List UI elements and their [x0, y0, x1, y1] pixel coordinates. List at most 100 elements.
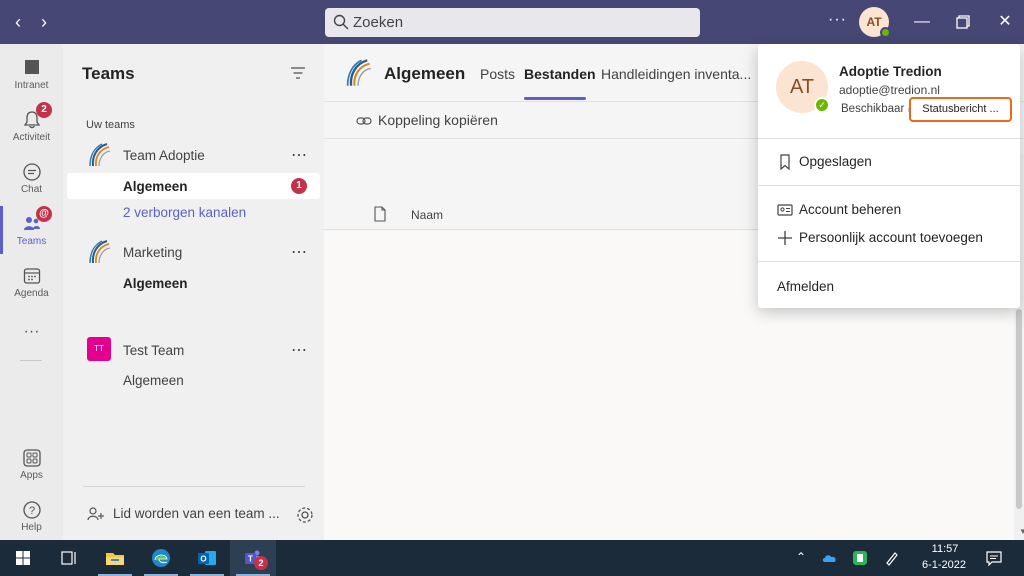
notification-icon[interactable] — [986, 550, 1002, 566]
clock-time[interactable]: 11:57 — [922, 543, 968, 555]
more-options-icon[interactable]: ··· — [828, 11, 847, 29]
app-rail: Intranet 2 Activiteit Chat @ Teams Agend… — [0, 44, 63, 540]
chat-icon — [23, 163, 41, 181]
section-label: Uw teams — [86, 119, 135, 131]
rail-label: Intranet — [14, 80, 49, 91]
back-arrow-icon[interactable]: ‹ — [8, 12, 28, 32]
manage-account-menu-item[interactable]: Account beheren — [777, 202, 901, 218]
calendar-icon — [23, 268, 41, 284]
profile-email: adoptie@tredion.nl — [839, 83, 940, 97]
filter-icon[interactable] — [290, 66, 306, 80]
copy-link-button[interactable]: Koppeling kopiëren — [356, 112, 498, 128]
search-icon — [333, 14, 349, 30]
apps-icon — [23, 449, 41, 467]
team-logo-icon — [89, 143, 111, 167]
team-more-icon[interactable]: ⋯ — [291, 145, 307, 165]
id-card-icon — [777, 204, 793, 217]
outlook-icon: O — [198, 551, 216, 565]
status-available-icon: ✓ — [814, 97, 830, 113]
team-item-test-team[interactable]: TT Test Team ⋯ — [63, 337, 324, 367]
rail-item-activiteit[interactable]: 2 Activiteit — [0, 102, 63, 152]
start-button[interactable] — [0, 540, 46, 576]
team-logo-icon — [346, 59, 371, 86]
intranet-icon — [25, 60, 39, 74]
saved-menu-item[interactable]: Opgeslagen — [777, 154, 872, 171]
teams-taskbar-button[interactable]: T 2 — [230, 540, 276, 576]
rail-item-chat[interactable]: Chat — [0, 154, 63, 204]
minimize-icon[interactable]: — — [912, 12, 932, 32]
link-icon — [356, 117, 372, 125]
menu-divider — [758, 261, 1020, 262]
task-view-button[interactable] — [46, 540, 92, 576]
file-explorer-button[interactable] — [92, 540, 138, 576]
scrollbar-thumb[interactable] — [1016, 309, 1022, 509]
tab-bestanden[interactable]: Bestanden — [524, 66, 596, 82]
team-more-icon[interactable]: ⋯ — [291, 340, 307, 360]
rail-item-help[interactable]: ? Help — [0, 492, 63, 542]
channel-algemeen[interactable]: Algemeen — [123, 276, 188, 291]
presence-status-label: Beschikbaar — [841, 103, 905, 115]
team-item-marketing[interactable]: Marketing ⋯ — [63, 239, 324, 269]
status-message-button[interactable]: Statusbericht ... — [909, 97, 1012, 122]
rail-item-teams[interactable]: @ Teams — [0, 206, 63, 256]
activity-badge: 2 — [36, 102, 52, 118]
avatar-initials: AT — [866, 15, 882, 29]
onedrive-icon[interactable] — [822, 550, 838, 566]
team-item-team-adoptie[interactable]: Team Adoptie ⋯ — [63, 142, 324, 172]
rail-item-intranet[interactable]: Intranet — [0, 50, 63, 100]
channel-algemeen[interactable]: Algemeen — [123, 179, 188, 194]
channel-unread-badge: 1 — [291, 178, 307, 194]
team-name: Team Adoptie — [123, 148, 205, 163]
file-type-icon — [374, 206, 386, 222]
rail-more-button[interactable]: ··· — [0, 322, 63, 346]
forward-arrow-icon[interactable]: › — [34, 12, 54, 32]
tab-handleidingen[interactable]: Handleidingen inventa... — [601, 66, 751, 82]
search-input[interactable]: Zoeken — [325, 8, 700, 37]
help-icon: ? — [23, 501, 41, 519]
pen-icon[interactable] — [884, 550, 900, 566]
team-name: Test Team — [123, 343, 185, 358]
profile-name: Adoptie Tredion — [839, 64, 942, 79]
presence-status[interactable]: Beschikbaar › — [841, 103, 910, 115]
edge-button[interactable] — [138, 540, 184, 576]
clock-date[interactable]: 6-1-2022 — [915, 559, 973, 571]
windows-logo-icon — [16, 551, 30, 565]
active-tab-indicator — [524, 97, 586, 100]
profile-avatar-large[interactable]: AT ✓ — [776, 61, 830, 113]
rail-item-agenda[interactable]: Agenda — [0, 258, 63, 308]
pane-divider — [83, 486, 305, 487]
scroll-down-icon[interactable]: ▼ — [1019, 527, 1024, 536]
teams-taskbar-badge: 2 — [254, 556, 268, 570]
search-placeholder: Zoeken — [353, 14, 404, 31]
sign-out-menu-item[interactable]: Afmelden — [777, 279, 834, 294]
add-account-menu-item[interactable]: Persoonlijk account toevoegen — [777, 230, 983, 246]
team-more-icon[interactable]: ⋯ — [291, 242, 307, 262]
rail-label: Chat — [20, 184, 43, 195]
green-app-icon[interactable] — [852, 550, 868, 566]
channel-algemeen[interactable]: Algemeen — [123, 373, 184, 388]
rail-item-apps[interactable]: Apps — [0, 440, 63, 490]
channel-selected-highlight — [67, 173, 320, 199]
team-name: Marketing — [123, 245, 183, 260]
svg-text:?: ? — [29, 505, 35, 517]
profile-avatar[interactable]: AT — [859, 7, 891, 38]
chevron-up-icon[interactable]: ⌃ — [793, 550, 809, 566]
rail-label: Activiteit — [12, 132, 51, 143]
add-account-label: Persoonlijk account toevoegen — [799, 230, 983, 245]
edge-icon — [152, 549, 170, 567]
restore-icon[interactable] — [953, 12, 973, 32]
close-icon[interactable]: ✕ — [995, 12, 1015, 32]
status-available-icon — [880, 27, 891, 38]
gear-icon[interactable] — [296, 506, 314, 524]
hidden-channels-link[interactable]: 2 verborgen kanalen — [123, 205, 246, 220]
plus-icon — [778, 231, 792, 246]
task-view-icon — [61, 551, 76, 565]
column-name-header[interactable]: Naam — [411, 208, 443, 222]
outlook-button[interactable]: O — [184, 540, 230, 576]
join-team-button[interactable]: Lid worden van een team ... — [87, 506, 280, 522]
svg-text:O: O — [200, 555, 206, 564]
saved-label: Opgeslagen — [799, 154, 872, 169]
teams-mention-badge: @ — [36, 206, 52, 222]
tab-posts[interactable]: Posts — [480, 66, 515, 82]
profile-menu: AT ✓ Adoptie Tredion adoptie@tredion.nl … — [758, 44, 1020, 308]
